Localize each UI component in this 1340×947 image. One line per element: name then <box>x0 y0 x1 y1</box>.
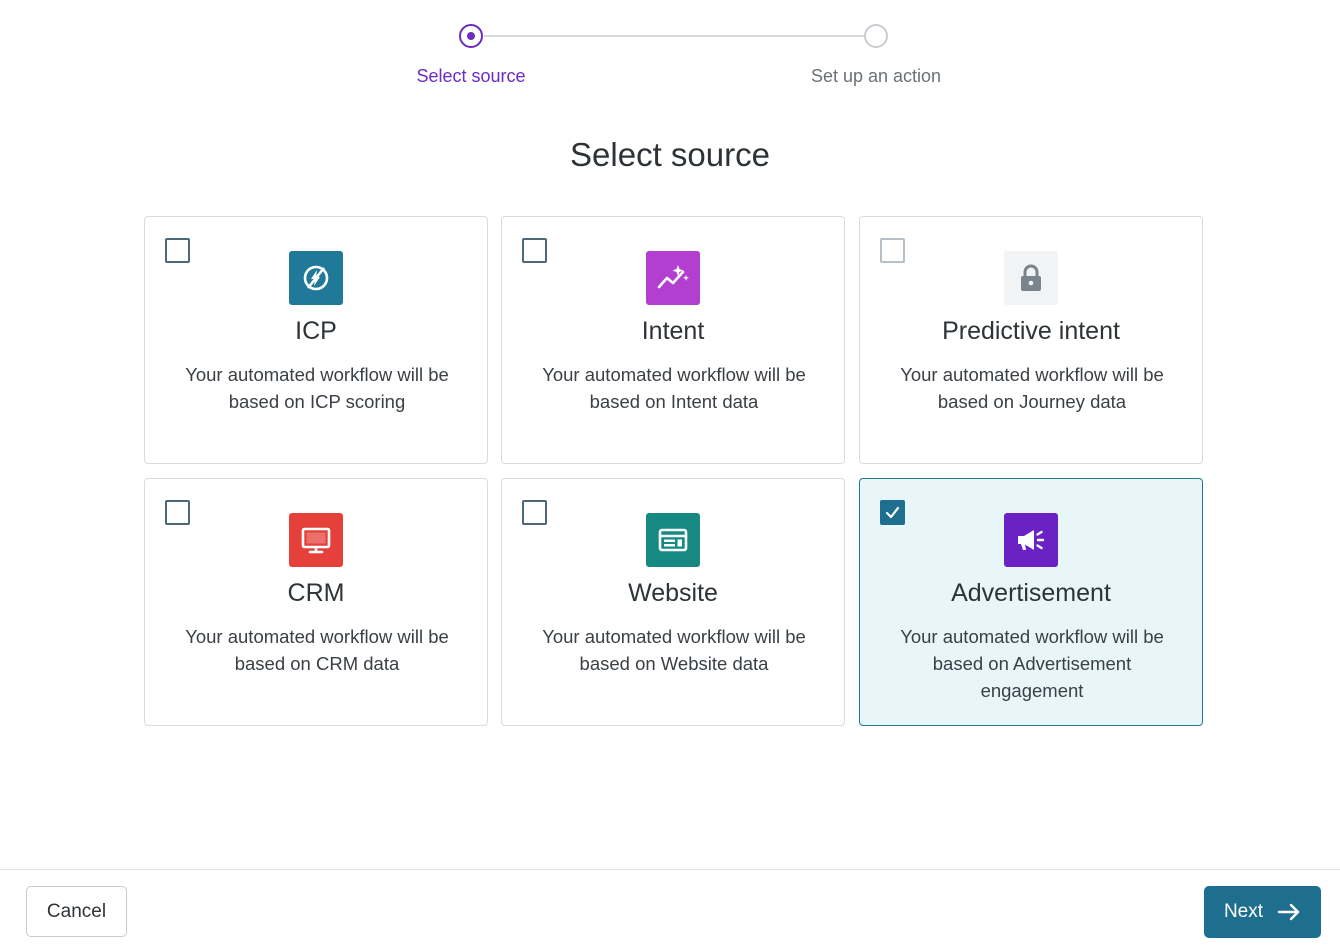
card-title: Advertisement <box>951 579 1111 607</box>
card-description: Your automated workflow will be based on… <box>542 626 806 674</box>
source-card-predictive-intent[interactable]: Predictive intent Your automated workflo… <box>859 216 1203 464</box>
source-card-icp[interactable]: ICP Your automated workflow will be base… <box>144 216 488 464</box>
card-title: Intent <box>641 317 705 345</box>
card-description: Your automated workflow will be based on… <box>900 364 1164 412</box>
card-title: ICP <box>295 317 337 345</box>
step-label-set-up-action: Set up an action <box>810 66 942 86</box>
flash-off-icon <box>289 251 343 305</box>
checkbox-icp[interactable] <box>165 238 190 263</box>
card-description: Your automated workflow will be based on… <box>185 364 449 412</box>
card-title: Website <box>628 579 718 607</box>
checkbox-predictive-intent[interactable] <box>880 238 905 263</box>
page-title: Select source <box>570 136 770 173</box>
next-button[interactable]: Next <box>1204 886 1321 938</box>
card-title: Predictive intent <box>942 317 1120 345</box>
megaphone-icon <box>1004 513 1058 567</box>
card-description: Your automated workflow will be based on… <box>900 626 1164 701</box>
source-card-crm[interactable]: CRM Your automated workflow will be base… <box>144 478 488 726</box>
arrow-right-icon <box>1277 903 1300 921</box>
cancel-button[interactable]: Cancel <box>26 886 127 937</box>
card-description: Your automated workflow will be based on… <box>185 626 449 674</box>
step-indicator-inactive <box>864 24 888 48</box>
step-indicator-active <box>459 24 483 48</box>
browser-icon <box>646 513 700 567</box>
check-icon <box>885 506 900 519</box>
source-card-intent[interactable]: Intent Your automated workflow will be b… <box>501 216 845 464</box>
monitor-icon <box>289 513 343 567</box>
stepper: Select source Set up an action <box>0 22 1340 102</box>
stepper-connector <box>484 35 864 37</box>
checkbox-intent[interactable] <box>522 238 547 263</box>
card-title: CRM <box>287 579 345 607</box>
checkbox-advertisement[interactable] <box>880 500 905 525</box>
lock-icon <box>1004 251 1058 305</box>
checkbox-crm[interactable] <box>165 500 190 525</box>
step-label-select-source: Select source <box>416 66 526 86</box>
card-description: Your automated workflow will be based on… <box>542 364 806 412</box>
source-card-advertisement[interactable]: Advertisement Your automated workflow wi… <box>859 478 1203 726</box>
footer-bar: Cancel Next <box>0 869 1340 947</box>
checkbox-website[interactable] <box>522 500 547 525</box>
sparkle-chart-icon <box>646 251 700 305</box>
next-button-label: Next <box>1223 901 1264 922</box>
source-card-website[interactable]: Website Your automated workflow will be … <box>501 478 845 726</box>
